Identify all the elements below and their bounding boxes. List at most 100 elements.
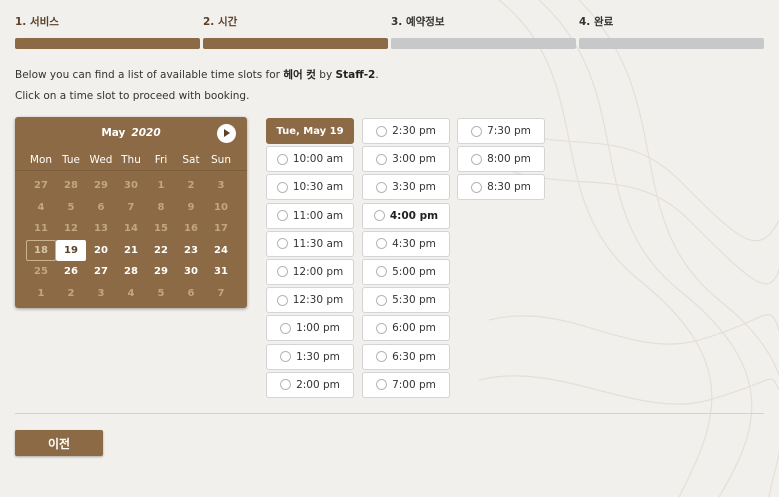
info-text: . <box>375 69 379 81</box>
time-slot-label: 4:30 pm <box>392 237 436 250</box>
radio-circle-icon <box>280 322 292 334</box>
day-of-week-label: Fri <box>154 154 168 166</box>
calendar-day: 17 <box>214 223 228 234</box>
calendar-day[interactable]: 20 <box>86 240 116 262</box>
time-slot[interactable]: 8:00 pm <box>457 146 545 173</box>
calendar-day[interactable]: 28 <box>116 261 146 283</box>
calendar-day: 5 <box>157 287 165 299</box>
info-line-1: Below you can find a list of available t… <box>15 65 379 86</box>
next-month-button[interactable] <box>217 124 236 143</box>
step-bar <box>203 38 388 49</box>
step-time: 2. 시간 <box>203 14 388 49</box>
time-slot[interactable]: 7:30 pm <box>457 118 545 144</box>
staff-name: Staff-2 <box>335 69 376 81</box>
time-slot[interactable]: 4:30 pm <box>362 230 450 257</box>
radio-circle-icon <box>376 238 388 250</box>
step-label: 3. 예약정보 <box>391 16 445 28</box>
time-slot[interactable]: 4:00 pm <box>362 202 450 229</box>
time-slot-label: 10:00 am <box>292 153 344 166</box>
radio-circle-icon <box>376 322 388 334</box>
radio-circle-icon <box>376 153 388 165</box>
calendar-month: May <box>101 127 126 139</box>
calendar-day: 2 <box>187 180 195 191</box>
time-slot[interactable]: 11:30 am <box>266 230 354 257</box>
time-slot[interactable]: 11:00 am <box>266 202 354 229</box>
slots-column-1: Tue, May 19 10:00 am 10:30 am 11:00 am 11:3… <box>266 118 354 400</box>
calendar: May 2020 Mon Tue Wed Thu Fri Sat Sun 27 28 29 30 1 2… <box>15 117 247 308</box>
step-label: 1. 서비스 <box>15 16 59 28</box>
time-slot[interactable]: 1:30 pm <box>266 343 354 370</box>
calendar-day[interactable]: 23 <box>176 240 206 262</box>
day-of-week-label: Sun <box>211 154 231 166</box>
calendar-year: 2020 <box>131 127 161 139</box>
time-slot-label: 8:00 pm <box>487 153 531 166</box>
time-slot[interactable]: 5:00 pm <box>362 258 450 285</box>
radio-circle-icon <box>276 294 288 306</box>
time-slot[interactable]: 6:00 pm <box>362 315 450 342</box>
progress-steps: 1. 서비스 2. 시간 3. 예약정보 4. 완료 <box>15 14 764 49</box>
step-details: 3. 예약정보 <box>391 14 576 49</box>
calendar-day: 3 <box>217 180 225 191</box>
time-slot[interactable]: 5:30 pm <box>362 287 450 314</box>
calendar-day: 8 <box>157 201 165 213</box>
time-slot[interactable]: 3:30 pm <box>362 174 450 201</box>
time-slot[interactable]: 12:00 pm <box>266 258 354 285</box>
slots-column-2: 2:30 pm 3:00 pm 3:30 pm 4:00 pm 4:30 pm 5:00 … <box>362 118 450 400</box>
calendar-day: 13 <box>94 223 108 234</box>
time-slot-label: 11:00 am <box>292 209 344 222</box>
calendar-day[interactable]: 31 <box>206 261 236 283</box>
time-slot[interactable]: 6:30 pm <box>362 343 450 370</box>
back-button[interactable]: 이전 <box>15 430 103 456</box>
time-slot[interactable]: 2:30 pm <box>362 118 450 144</box>
time-slot[interactable]: 2:00 pm <box>266 371 354 398</box>
step-bar <box>391 38 576 49</box>
step-bar <box>15 38 200 49</box>
calendar-day[interactable]: 30 <box>176 261 206 283</box>
radio-circle-icon <box>376 351 388 362</box>
time-slot-label: 2:30 pm <box>392 125 436 137</box>
calendar-day[interactable]: 26 <box>56 261 86 283</box>
calendar-day[interactable]: 22 <box>146 240 176 262</box>
booking-info: Below you can find a list of available t… <box>15 65 379 107</box>
time-slot[interactable]: 8:30 pm <box>457 174 545 201</box>
radio-circle-icon <box>276 210 288 222</box>
day-of-week-label: Wed <box>89 154 113 166</box>
radio-circle-icon <box>280 379 292 391</box>
calendar-day[interactable]: 29 <box>146 261 176 283</box>
calendar-day[interactable]: 27 <box>86 261 116 283</box>
time-slot[interactable]: 3:00 pm <box>362 146 450 173</box>
time-slot[interactable]: 1:00 pm <box>266 315 354 342</box>
calendar-day[interactable]: 19 <box>56 239 86 261</box>
time-slot-label: 6:00 pm <box>392 322 436 335</box>
date-header: Tue, May 19 <box>266 118 354 144</box>
calendar-day[interactable]: 24 <box>206 240 236 262</box>
time-slot-label: 3:30 pm <box>392 181 436 194</box>
calendar-day: 4 <box>37 201 45 213</box>
radio-circle-icon <box>376 181 388 193</box>
radio-circle-icon <box>376 379 388 391</box>
step-service: 1. 서비스 <box>15 14 200 49</box>
time-slot[interactable]: 7:00 pm <box>362 371 450 398</box>
calendar-day: 7 <box>127 201 135 213</box>
time-slot[interactable]: 10:00 am <box>266 146 354 173</box>
time-slot[interactable]: 12:30 pm <box>266 287 354 314</box>
calendar-header: May 2020 <box>15 117 247 150</box>
calendar-day[interactable]: 21 <box>116 240 146 262</box>
calendar-day: 5 <box>67 201 75 213</box>
time-slot-label: 6:30 pm <box>392 350 436 363</box>
day-of-week-label: Sat <box>182 154 200 166</box>
radio-circle-icon <box>471 125 483 137</box>
calendar-day: 6 <box>187 287 195 299</box>
time-slot-label: 10:30 am <box>292 181 344 194</box>
divider <box>15 413 764 414</box>
calendar-day: 15 <box>154 223 168 234</box>
radio-circle-icon <box>280 351 292 362</box>
calendar-day: 28 <box>64 180 78 191</box>
time-slot-label: 4:00 pm <box>389 209 439 222</box>
radio-circle-icon <box>276 181 288 193</box>
days-of-week: Mon Tue Wed Thu Fri Sat Sun <box>15 150 247 171</box>
time-slot[interactable]: 10:30 am <box>266 174 354 201</box>
calendar-week: 25 26 27 28 29 30 31 <box>15 261 247 283</box>
calendar-day: 12 <box>64 223 78 234</box>
service-name: 헤어 컷 <box>283 69 316 81</box>
